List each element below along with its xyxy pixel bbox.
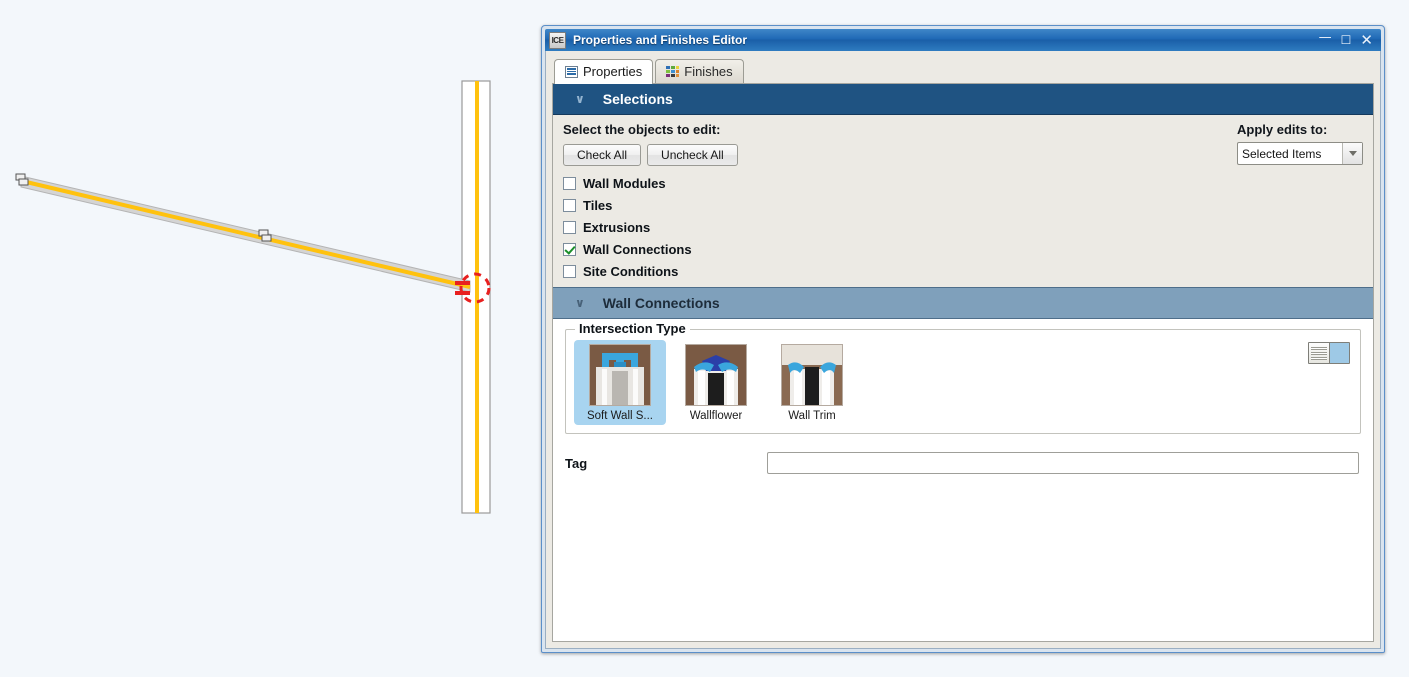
checkbox-tiles[interactable] [563,199,576,212]
chevron-down-icon: ∨ [575,92,585,106]
cad-canvas[interactable] [0,0,540,677]
wall-connections-section-header[interactable]: ∨ Wall Connections [553,287,1373,319]
diagonal-wall [20,175,471,293]
wall-endpoint-handle[interactable] [15,173,29,186]
view-mode-toggle [1308,342,1350,364]
intersection-type-legend: Intersection Type [575,321,690,336]
checkbox-extrusions[interactable] [563,221,576,234]
checkbox-row-site-conditions[interactable]: Site Conditions [563,264,1363,279]
checkbox-wall-connections[interactable] [563,243,576,256]
wall-connections-section-title: Wall Connections [602,295,720,311]
uncheck-all-button[interactable]: Uncheck All [647,144,738,166]
gallery-item-wall-trim[interactable]: Wall Trim [766,340,858,425]
thumbnail-image [781,344,843,406]
checkbox-label: Site Conditions [583,264,679,279]
thumbnail-caption: Wallflower [689,410,743,422]
apply-edits-label: Apply edits to: [1237,122,1328,137]
maximize-icon[interactable]: ☐ [1341,34,1352,46]
tab-finishes[interactable]: Finishes [655,59,744,83]
content-pane: ∨ Selections Select the objects to edit:… [552,83,1374,642]
checkbox-wall-modules[interactable] [563,177,576,190]
window-title: Properties and Finishes Editor [573,33,748,47]
checkbox-row-wall-connections[interactable]: Wall Connections [563,242,1363,257]
select-objects-prompt: Select the objects to edit: [563,122,721,137]
tag-label: Tag [565,455,588,471]
tab-properties[interactable]: Properties [554,59,654,84]
wall-plan-drawing [15,80,491,514]
tag-row: Tag [565,452,1361,474]
apply-edits-group: Apply edits to: Selected Items [1237,122,1363,165]
list-view-icon[interactable] [1309,343,1329,363]
checkbox-label: Tiles [583,198,613,213]
gallery-item-wallflower[interactable]: Wallflower [670,340,762,425]
checkbox-label: Wall Connections [583,242,692,257]
content-filler [565,474,1361,641]
thumbnail-image [589,344,651,406]
wall-connections-body: Intersection Type Soft Wall S... Wallflo… [553,319,1373,641]
chevron-down-icon[interactable] [1342,143,1362,164]
color-grid-icon [666,65,680,78]
intersection-type-gallery: Soft Wall S... Wallflower Wall Trim [574,340,1352,425]
apply-edits-value: Selected Items [1242,146,1322,161]
checkbox-row-extrusions[interactable]: Extrusions [563,220,1363,235]
grid-view-icon[interactable] [1329,343,1349,363]
title-bar[interactable]: ICE Properties and Finishes Editor — ☐ ✕ [545,29,1381,51]
window-body: Properties Finishes ∨ Selections Select … [545,51,1381,649]
selections-section-title: Selections [602,91,673,107]
chevron-down-icon: ∨ [575,296,585,310]
tag-input[interactable] [767,452,1359,474]
minimize-icon[interactable]: — [1319,31,1332,44]
thumbnail-image [685,344,747,406]
app-icon: ICE [549,31,566,49]
selections-section-header[interactable]: ∨ Selections [553,84,1373,115]
intersection-type-group: Intersection Type Soft Wall S... Wallflo… [565,321,1361,434]
close-icon[interactable]: ✕ [1360,32,1373,48]
selections-body: Select the objects to edit: Check All Un… [553,115,1373,287]
checkbox-row-wall-modules[interactable]: Wall Modules [563,176,1363,191]
checkbox-label: Wall Modules [583,176,666,191]
object-type-checkbox-list: Wall Modules Tiles Extrusions Wall Conne… [563,176,1363,279]
gallery-item-soft-wall-system[interactable]: Soft Wall S... [574,340,666,425]
window-controls: — ☐ ✕ [1319,31,1379,48]
apply-edits-dropdown[interactable]: Selected Items [1237,142,1363,165]
checkbox-label: Extrusions [583,220,651,235]
list-icon [565,65,578,78]
selection-button-row: Check All Uncheck All [563,144,738,166]
checkbox-row-tiles[interactable]: Tiles [563,198,1363,213]
thumbnail-caption: Soft Wall S... [586,410,654,422]
properties-and-finishes-editor-window[interactable]: ICE Properties and Finishes Editor — ☐ ✕… [541,25,1385,653]
checkbox-site-conditions[interactable] [563,265,576,278]
check-all-button[interactable]: Check All [563,144,642,166]
tab-properties-label: Properties [583,64,643,79]
thumbnail-caption: Wall Trim [788,410,836,422]
tab-finishes-label: Finishes [684,64,733,79]
tab-strip: Properties Finishes [546,51,1380,84]
